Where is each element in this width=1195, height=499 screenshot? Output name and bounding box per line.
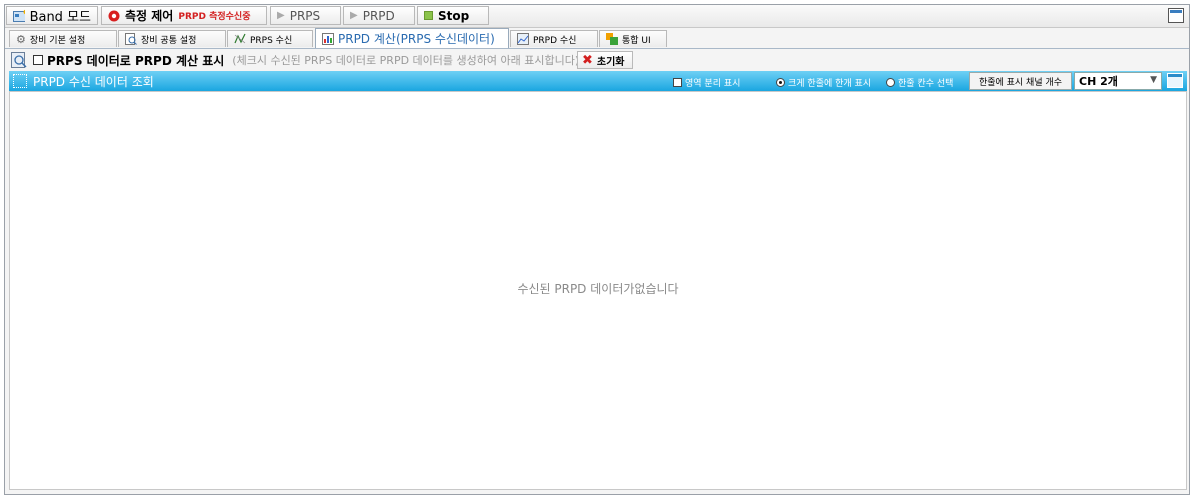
tab-prps-receive[interactable]: PRPS 수신 [227,30,313,47]
stop-label: Stop [438,8,470,23]
select-count-label: 한줄 칸수 선택 [898,79,954,89]
main-toolbar: Band 모드 측정 제어 PRPD 측정수신중 ▶ PRPS ▶ PRPD S… [5,5,1189,28]
tab-device-basic[interactable]: ⚙ 장비 기본 설정 [9,30,117,47]
calc-checkbox-label: PRPS 데이터로 PRPD 계산 표시 [47,53,225,68]
grid-icon [13,74,27,88]
chevron-down-icon: ▼ [1150,75,1157,85]
tab-label: 장비 공통 설정 [141,35,197,46]
windows-icon [606,33,618,45]
header-title: PRPD 수신 데이터 조회 [33,75,154,89]
maximize-icon[interactable] [1167,73,1183,88]
select-count-radio[interactable] [886,78,895,87]
reset-label: 초기화 [596,56,625,68]
measure-control-label: 측정 제어 [125,9,174,23]
band-mode-label: Band 모드 [29,10,91,25]
play-icon: ▶ [277,10,285,21]
tab-device-common[interactable]: 장비 공통 설정 [118,30,226,47]
region-split-label: 영역 분리 표시 [685,79,741,89]
channel-count-select[interactable]: CH 2개 ▼ [1074,72,1162,90]
image-icon [517,33,529,45]
large-one-radio[interactable] [776,78,785,87]
prps-button[interactable]: ▶ PRPS [270,6,341,25]
calc-checkbox[interactable] [33,55,43,65]
stop-button[interactable]: Stop [417,6,489,25]
region-split-option[interactable]: 영역 분리 표시 [673,76,740,89]
tab-label: 장비 기본 설정 [29,35,86,46]
measure-control-button[interactable]: 측정 제어 PRPD 측정수신중 [101,6,267,25]
record-icon [108,10,120,21]
window-layout-button[interactable] [1168,8,1184,23]
search-doc-icon [11,52,27,68]
prpd-header-bar: PRPD 수신 데이터 조회 영역 분리 표시 크게 한줄에 한개 표시 한줄 … [9,71,1187,91]
tab-label: 통합 UI [622,35,651,46]
band-mode-button[interactable]: Band 모드 [6,6,98,25]
signal-icon [234,33,246,44]
empty-message: 수신된 PRPD 데이터가없습니다 [517,282,679,296]
tab-bar: ⚙ 장비 기본 설정 장비 공통 설정 PRPS 수신 PRPD 계산(PRPS… [5,28,1189,49]
tab-label: PRPD 계산(PRPS 수신데이터) [338,32,495,46]
prpd-button[interactable]: ▶ PRPD [343,6,415,25]
tab-integrated-ui[interactable]: 통합 UI [599,30,667,47]
stop-icon [424,11,433,20]
tab-prpd-calc[interactable]: PRPD 계산(PRPS 수신데이터) [315,28,509,48]
large-one-label: 크게 한줄에 한개 표시 [788,79,872,89]
region-split-checkbox[interactable] [673,78,682,87]
reset-button[interactable]: ✖ 초기화 [577,51,633,69]
tab-prpd-receive[interactable]: PRPD 수신 [510,30,598,47]
band-icon [13,9,25,22]
calc-hint: (체크시 수신된 PRPS 데이터로 PRPD 데이터를 생성하여 아래 표시합… [232,54,580,67]
measure-status: PRPD 측정수신중 [178,12,251,22]
calc-option-row: PRPS 데이터로 PRPD 계산 표시 (체크시 수신된 PRPS 데이터로 … [5,49,1189,71]
prpd-label: PRPD [362,8,395,23]
prpd-data-area: 수신된 PRPD 데이터가없습니다 [9,91,1187,490]
close-icon: ✖ [582,52,593,68]
play-icon: ▶ [350,10,358,21]
tab-label: PRPS 수신 [250,35,293,46]
select-count-option[interactable]: 한줄 칸수 선택 [886,76,953,89]
chart-icon [322,32,334,45]
prps-label: PRPS [289,8,321,23]
channel-count-value: CH 2개 [1079,75,1118,88]
large-one-option[interactable]: 크게 한줄에 한개 표시 [776,76,871,89]
search-doc-icon [125,33,137,45]
app-window: Band 모드 측정 제어 PRPD 측정수신중 ▶ PRPS ▶ PRPD S… [4,4,1190,495]
channels-per-row-label: 한줄에 표시 채널 개수 [978,77,1063,88]
gear-icon: ⚙ [16,32,26,46]
tab-label: PRPD 수신 [533,35,577,46]
channels-per-row-button[interactable]: 한줄에 표시 채널 개수 [969,72,1072,90]
